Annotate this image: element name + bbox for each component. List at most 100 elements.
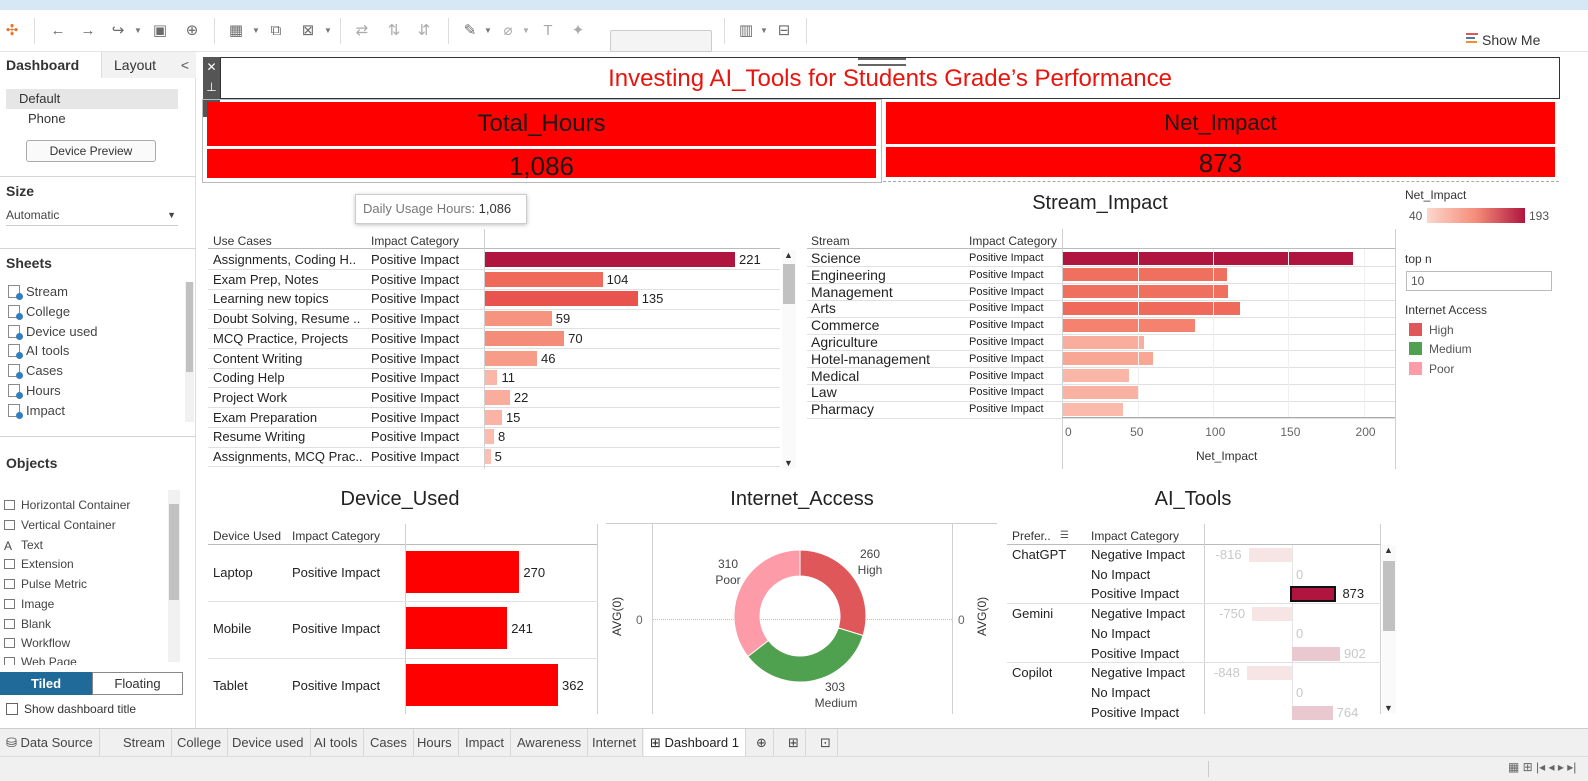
save-icon[interactable]: ▣ bbox=[150, 22, 170, 40]
scroll-down-icon[interactable]: ▼ bbox=[784, 458, 793, 468]
object-workflow[interactable]: Workflow bbox=[4, 636, 70, 654]
bar[interactable] bbox=[485, 291, 638, 307]
tab-college[interactable]: College bbox=[171, 729, 229, 757]
column-header-device-used[interactable]: Device Used bbox=[213, 529, 281, 543]
kpi-total-hours-label[interactable]: Total_Hours bbox=[207, 102, 876, 146]
sheet-item-device-used[interactable]: Device used bbox=[8, 324, 98, 342]
sheet-item-cases[interactable]: Cases bbox=[8, 363, 63, 381]
tab-device-used[interactable]: Device used bbox=[226, 729, 311, 757]
collapse-sidebar-icon[interactable]: < bbox=[181, 52, 189, 78]
column-header-stream[interactable]: Stream bbox=[811, 234, 850, 248]
bar[interactable] bbox=[1292, 646, 1340, 661]
top-n-input[interactable]: 10 bbox=[1406, 271, 1552, 291]
donut-chart[interactable] bbox=[720, 536, 880, 696]
scroll-up-icon[interactable]: ▲ bbox=[1384, 545, 1393, 555]
object-vertical-container[interactable]: Vertical Container bbox=[4, 518, 116, 536]
stream-label[interactable]: Law bbox=[811, 384, 837, 400]
bar[interactable] bbox=[1063, 385, 1139, 399]
scroll-down-icon[interactable]: ▼ bbox=[1384, 703, 1393, 713]
objects-scrollbar[interactable] bbox=[168, 490, 180, 662]
use-case-label[interactable]: Doubt Solving, Resume .. bbox=[213, 311, 367, 326]
sheet-item-stream[interactable]: Stream bbox=[8, 284, 68, 302]
bar[interactable] bbox=[485, 449, 491, 464]
object-pulse-metric[interactable]: Pulse Metric bbox=[4, 577, 87, 595]
bar[interactable] bbox=[406, 607, 508, 650]
stream-label[interactable]: Arts bbox=[811, 300, 836, 316]
chevron-down-icon[interactable]: ▼ bbox=[252, 26, 260, 35]
bar[interactable] bbox=[1063, 335, 1145, 349]
column-header-impact-category[interactable]: Impact Category bbox=[969, 234, 1057, 248]
bar[interactable] bbox=[485, 389, 510, 405]
sheet-item-impact[interactable]: Impact bbox=[8, 403, 65, 421]
object-text[interactable]: A Text bbox=[4, 538, 43, 556]
ai-tools-scrollbar[interactable]: ▲ ▼ bbox=[1382, 545, 1396, 713]
stream-label[interactable]: Hotel-management bbox=[811, 351, 930, 367]
use-case-label[interactable]: Exam Prep, Notes bbox=[213, 272, 367, 287]
size-select[interactable]: Automatic ▼ bbox=[6, 206, 178, 226]
paperclip-icon[interactable]: ⌀ bbox=[498, 22, 518, 40]
chevron-down-icon[interactable]: ▼ bbox=[522, 26, 530, 35]
tab-stream[interactable]: Stream bbox=[117, 729, 172, 757]
bar[interactable] bbox=[1290, 586, 1337, 603]
clear-icon[interactable]: ⊠ bbox=[298, 22, 318, 40]
kpi-net-impact-value[interactable]: 873 bbox=[886, 147, 1555, 178]
tab-ai-tools[interactable]: AI tools bbox=[308, 729, 365, 757]
bar[interactable] bbox=[1248, 548, 1292, 562]
tab-awareness[interactable]: Awareness bbox=[511, 729, 589, 757]
sheet-item-college[interactable]: College bbox=[8, 304, 70, 322]
column-header-impact-category[interactable]: Impact Category bbox=[292, 529, 380, 543]
tool-label[interactable]: Gemini bbox=[1012, 606, 1053, 621]
bar[interactable] bbox=[406, 663, 558, 706]
bar[interactable] bbox=[485, 350, 538, 366]
bar[interactable] bbox=[1292, 705, 1333, 720]
sort-desc-icon[interactable]: ⇵ bbox=[414, 22, 434, 40]
presentation-icon[interactable]: ⊟ bbox=[774, 22, 794, 40]
object-extension[interactable]: Extension bbox=[4, 557, 74, 575]
tab-dashboard[interactable]: Dashboard bbox=[0, 52, 102, 78]
column-header-impact-category[interactable]: Impact Category bbox=[1091, 529, 1179, 543]
use-case-label[interactable]: Learning new topics bbox=[213, 291, 367, 306]
object-image[interactable]: Image bbox=[4, 597, 54, 615]
use-case-label[interactable]: Project Work bbox=[213, 390, 367, 405]
undo-icon[interactable]: ← bbox=[48, 22, 68, 40]
use-case-label[interactable]: Exam Preparation bbox=[213, 410, 367, 425]
bar[interactable] bbox=[485, 311, 552, 327]
bar[interactable] bbox=[485, 271, 603, 287]
device-label[interactable]: Tablet bbox=[213, 678, 248, 693]
tableau-logo-icon[interactable]: ✣ bbox=[2, 22, 22, 40]
legend-item-high[interactable]: High bbox=[1409, 323, 1454, 337]
checkbox-icon[interactable] bbox=[6, 703, 18, 715]
bar[interactable] bbox=[1063, 318, 1196, 332]
stream-label[interactable]: Medical bbox=[811, 368, 859, 384]
bar[interactable] bbox=[485, 409, 502, 425]
use-case-label[interactable]: Assignments, Coding H.. bbox=[213, 252, 367, 267]
chevron-down-icon[interactable]: ▼ bbox=[484, 26, 492, 35]
bar[interactable] bbox=[485, 429, 495, 445]
bar[interactable] bbox=[1063, 402, 1124, 416]
column-header-preferred-tool[interactable]: Prefer.. bbox=[1012, 529, 1051, 543]
show-dashboard-title-checkbox[interactable]: Show dashboard title bbox=[6, 702, 136, 716]
bar[interactable] bbox=[1246, 666, 1292, 681]
tiled-button[interactable]: Tiled bbox=[0, 672, 92, 695]
object-horizontal-container[interactable]: Horizontal Container bbox=[4, 498, 130, 516]
show-me-button[interactable]: Show Me bbox=[1482, 32, 1540, 48]
object-web-page[interactable]: Web Page bbox=[4, 655, 77, 665]
tab-dashboard-1[interactable]: ⊞ Dashboard 1 bbox=[644, 729, 746, 757]
sort-icon[interactable]: ☰ bbox=[1060, 530, 1069, 541]
device-default[interactable]: Default bbox=[6, 89, 178, 109]
stream-label[interactable]: Engineering bbox=[811, 267, 886, 283]
column-header-use-cases[interactable]: Use Cases bbox=[213, 234, 272, 248]
tab-impact[interactable]: Impact bbox=[459, 729, 512, 757]
stream-label[interactable]: Science bbox=[811, 250, 861, 266]
use-case-label[interactable]: Resume Writing bbox=[213, 429, 367, 444]
use-case-label[interactable]: Content Writing bbox=[213, 351, 367, 366]
redo-icon[interactable]: → bbox=[78, 22, 98, 40]
bar[interactable] bbox=[1252, 607, 1292, 622]
chevron-down-icon[interactable]: ▼ bbox=[134, 26, 142, 35]
kpi-total-hours-value[interactable]: 1,086 bbox=[207, 149, 876, 181]
bar[interactable] bbox=[1063, 268, 1227, 282]
stream-label[interactable]: Pharmacy bbox=[811, 401, 874, 417]
tool-label[interactable]: ChatGPT bbox=[1012, 547, 1066, 562]
pin-icon[interactable]: ⊥ bbox=[203, 77, 220, 97]
device-label[interactable]: Mobile bbox=[213, 621, 251, 636]
